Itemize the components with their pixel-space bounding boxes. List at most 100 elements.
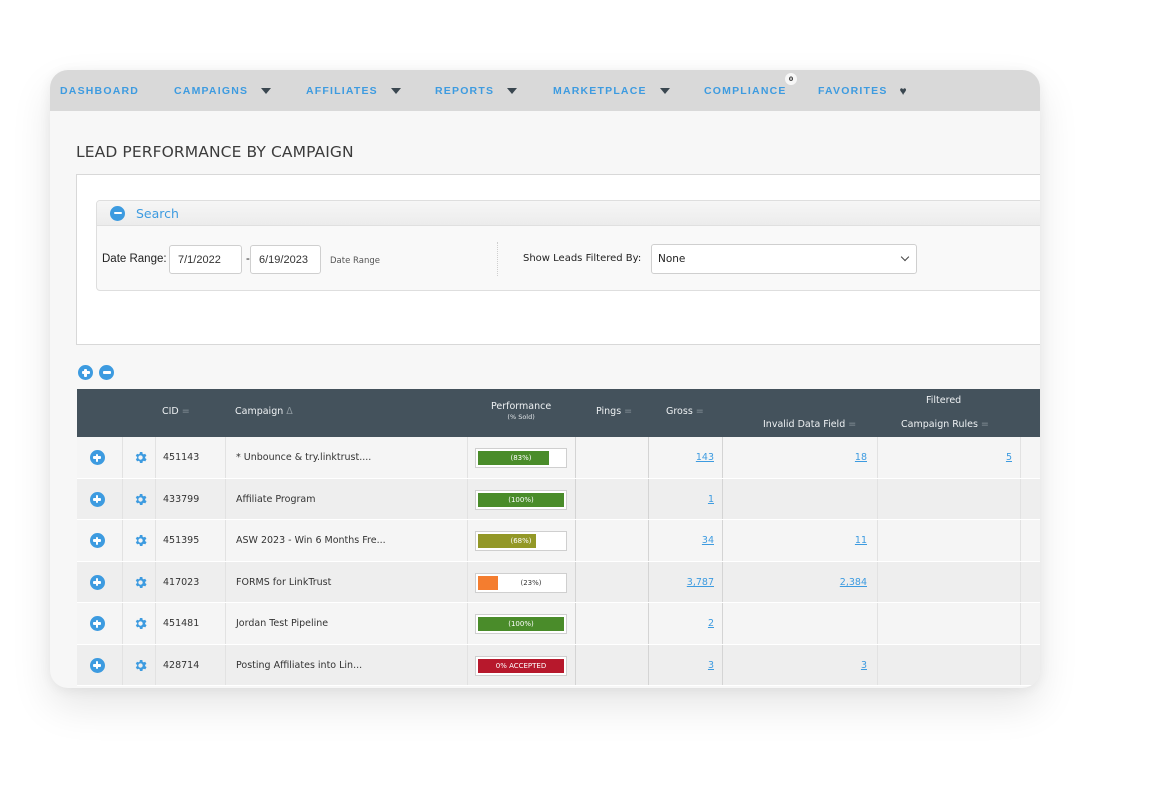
campaign-rules-cell[interactable]	[882, 645, 1012, 687]
campaign-rules-cell[interactable]	[882, 479, 1012, 521]
sort-icon: =	[980, 419, 989, 430]
nav-compliance[interactable]: COMPLIANCE	[704, 70, 787, 111]
invalid-data-field-cell[interactable]: 11	[727, 520, 867, 562]
expand-row-button[interactable]	[89, 450, 105, 466]
top-nav: DASHBOARD CAMPAIGNS AFFILIATES REPORTS M…	[50, 70, 1040, 111]
pings-cell	[582, 520, 642, 562]
performance-bar: (68%)	[475, 531, 567, 551]
expand-row-button[interactable]	[89, 533, 105, 549]
search-body: Date Range: 7/1/2022 - 6/19/2023 Date Ra…	[97, 226, 1040, 290]
expand-row-button[interactable]	[89, 616, 105, 632]
col-cid[interactable]: CID =	[162, 406, 190, 417]
expand-all-button[interactable]	[78, 365, 93, 380]
gross-cell[interactable]: 143	[652, 437, 714, 479]
invalid-data-field-cell[interactable]	[727, 479, 867, 521]
cid-value: 433799	[163, 493, 200, 505]
nav-reports[interactable]: REPORTS	[435, 70, 518, 111]
col-invalid-data-field[interactable]: Invalid Data Field =	[763, 419, 856, 430]
performance-bar: (23%)	[475, 572, 567, 593]
invalid-data-field-cell[interactable]: 2,384	[727, 562, 867, 604]
cid-cell: 451481	[163, 603, 199, 645]
performance-label: (23%)	[520, 578, 542, 587]
gross-link[interactable]: 3,787	[687, 577, 714, 588]
invalid-data-field-link[interactable]: 11	[855, 535, 867, 546]
campaign-cell[interactable]: Affiliate Program	[236, 479, 315, 521]
col-gross[interactable]: Gross =	[666, 406, 704, 417]
end-date-input[interactable]: 6/19/2023	[250, 245, 321, 274]
pings-cell	[582, 437, 642, 479]
cid-value: 451481	[163, 618, 200, 630]
col-campaign-rules[interactable]: Campaign Rules =	[901, 419, 989, 430]
cid-cell: 417023	[163, 562, 199, 604]
filter-select[interactable]: None	[651, 244, 917, 274]
gear-icon[interactable]	[133, 575, 148, 590]
gross-cell[interactable]: 1	[652, 479, 714, 521]
gross-cell[interactable]: 2	[652, 603, 714, 645]
campaign-cell[interactable]: FORMS for LinkTrust	[236, 562, 331, 604]
expand-row-button[interactable]	[89, 491, 105, 507]
sort-icon: =	[848, 419, 857, 430]
nav-favorites[interactable]: FAVORITES ♥	[818, 70, 907, 111]
gross-link[interactable]: 1	[708, 494, 714, 505]
col-pings[interactable]: Pings =	[596, 406, 632, 417]
start-date-input[interactable]: 7/1/2022	[169, 245, 242, 274]
campaign-name: ASW 2023 - Win 6 Months Fre...	[236, 535, 386, 547]
invalid-data-field-cell[interactable]: 18	[727, 437, 867, 479]
gear-icon[interactable]	[133, 616, 148, 631]
campaign-rules-cell[interactable]: 5	[882, 437, 1012, 479]
invalid-data-field-cell[interactable]: 3	[727, 645, 867, 687]
campaign-cell[interactable]: Posting Affiliates into Lin...	[236, 645, 362, 687]
gear-icon[interactable]	[133, 492, 148, 507]
gross-cell[interactable]: 3	[652, 645, 714, 687]
minus-circle-icon	[110, 205, 125, 221]
col-performance-label: Performance	[491, 401, 552, 412]
invalid-data-field-link[interactable]: 18	[855, 452, 867, 463]
gross-link[interactable]: 143	[696, 452, 714, 463]
campaign-cell[interactable]: Jordan Test Pipeline	[236, 603, 328, 645]
invalid-data-field-link[interactable]: 2,384	[840, 577, 867, 588]
invalid-data-field-cell[interactable]	[727, 603, 867, 645]
table-row: 451143 * Unbounce & try.linktrust.... (8…	[77, 437, 1040, 479]
gear-icon[interactable]	[133, 450, 148, 465]
col-campaign[interactable]: Campaign Δ	[235, 406, 293, 417]
campaign-name: * Unbounce & try.linktrust....	[236, 452, 372, 464]
table-row: 417023 FORMS for LinkTrust (23%) 3,787 2…	[77, 561, 1040, 604]
campaign-rules-link[interactable]: 5	[1006, 452, 1012, 463]
campaign-cell[interactable]: ASW 2023 - Win 6 Months Fre...	[236, 520, 386, 562]
collapse-all-button[interactable]	[99, 365, 114, 380]
nav-label: FAVORITES	[818, 84, 888, 97]
gross-link[interactable]: 34	[702, 535, 714, 546]
gear-icon[interactable]	[133, 658, 148, 673]
gross-cell[interactable]: 3,787	[652, 562, 714, 604]
date-range-label: Date Range:	[102, 253, 167, 265]
nav-campaigns[interactable]: CAMPAIGNS	[174, 70, 272, 111]
expand-row-button[interactable]	[89, 574, 105, 590]
col-performance[interactable]: Performance (% Sold)	[491, 401, 551, 421]
search-toggle[interactable]: Search	[97, 201, 1040, 226]
campaign-rules-cell[interactable]	[882, 562, 1012, 604]
gear-icon[interactable]	[133, 533, 148, 548]
performance-bar: (100%)	[475, 614, 567, 634]
campaign-cell[interactable]: * Unbounce & try.linktrust....	[236, 437, 371, 479]
campaign-rules-cell[interactable]	[882, 520, 1012, 562]
gross-link[interactable]: 3	[708, 660, 714, 671]
performance-label: (100%)	[508, 495, 534, 504]
performance-label: (68%)	[510, 537, 532, 545]
nav-label: DASHBOARD	[60, 84, 140, 97]
campaign-rules-cell[interactable]	[882, 603, 1012, 645]
caret-down-icon	[507, 87, 518, 94]
col-gross-label: Gross	[666, 406, 693, 417]
sort-asc-icon: Δ	[286, 406, 293, 417]
expand-collapse-controls	[78, 365, 114, 380]
nav-affiliates[interactable]: AFFILIATES	[306, 70, 401, 111]
campaign-table: CID = Campaign Δ Performance (% Sold) Ping…	[77, 389, 1040, 686]
expand-row-button[interactable]	[89, 657, 105, 673]
pings-cell	[582, 479, 642, 521]
gross-link[interactable]: 2	[708, 618, 714, 629]
gross-cell[interactable]: 34	[652, 520, 714, 562]
table-row: 451395 ASW 2023 - Win 6 Months Fre... (6…	[77, 520, 1040, 562]
nav-marketplace[interactable]: MARKETPLACE	[553, 70, 670, 111]
invalid-data-field-link[interactable]: 3	[861, 660, 867, 671]
nav-dashboard[interactable]: DASHBOARD	[60, 70, 139, 111]
nav-label: CAMPAIGNS	[174, 84, 249, 97]
